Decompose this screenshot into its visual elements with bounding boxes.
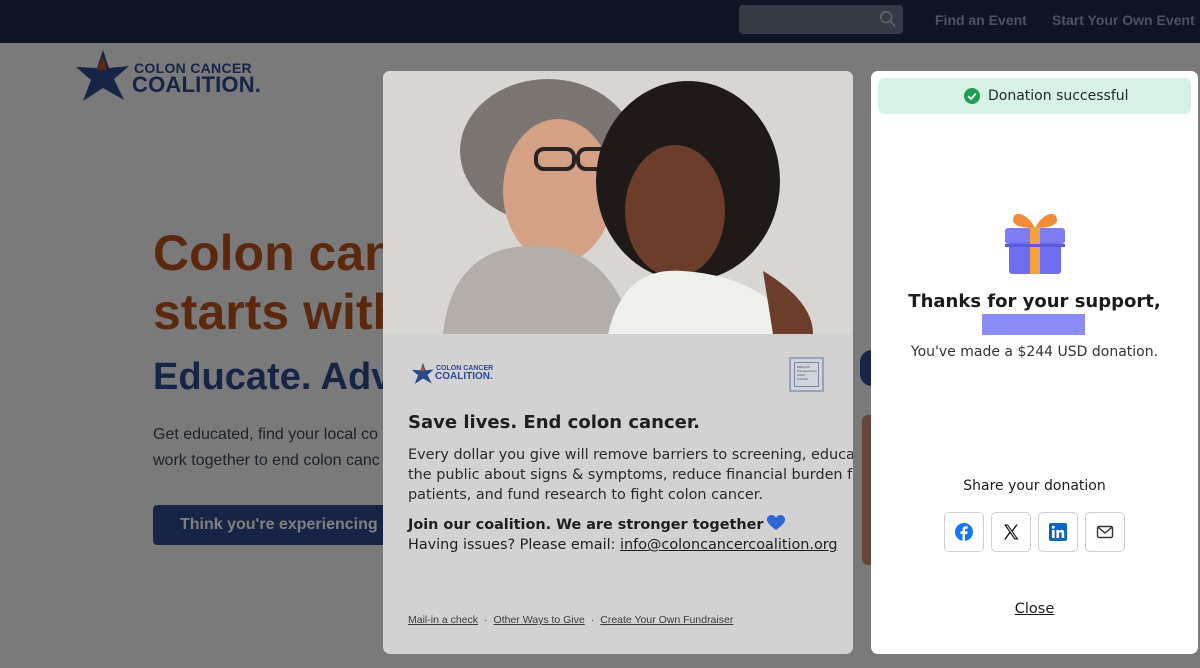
join-coalition-text: Join our coalition. We are stronger toge… — [408, 515, 786, 535]
separator: · — [484, 614, 488, 626]
other-ways-to-give-link[interactable]: Other Ways to Give — [494, 614, 585, 626]
card-title: Save lives. End colon cancer. — [408, 412, 700, 433]
seal-text: Platinum Transparency 2023 Candid. — [794, 362, 819, 387]
card-description-line: the public about signs & symptoms, reduc… — [408, 467, 853, 483]
facebook-icon — [955, 523, 973, 541]
linkedin-icon — [1049, 523, 1067, 541]
donation-amount-text: You've made a $244 USD donation. — [910, 344, 1159, 360]
share-linkedin-button[interactable] — [1038, 512, 1078, 552]
share-label: Share your donation — [963, 478, 1106, 494]
blue-heart-icon — [767, 515, 786, 530]
x-icon — [1004, 524, 1019, 540]
mail-in-check-link[interactable]: Mail-in a check — [408, 614, 478, 626]
card-description-line: patients, and fund research to fight col… — [408, 487, 763, 503]
card-logo-line2: COALITION. — [435, 371, 493, 382]
share-email-button[interactable] — [1085, 512, 1125, 552]
star-logo-icon — [411, 362, 434, 384]
donation-info-card: COLON CANCER COALITION. Platinum Transpa… — [383, 71, 853, 654]
card-logo: COLON CANCER COALITION. — [411, 362, 493, 386]
close-link[interactable]: Close — [871, 601, 1198, 617]
success-banner: Donation successful — [878, 78, 1191, 114]
separator: · — [590, 614, 595, 626]
success-banner-text: Donation successful — [988, 88, 1129, 104]
join-text: Join our coalition. We are stronger toge… — [408, 517, 764, 533]
thanks-heading: Thanks for your support, — [908, 291, 1161, 312]
gift-icon — [1005, 213, 1065, 274]
email-prefix: Having issues? Please email: — [408, 537, 621, 553]
transparency-seal: Platinum Transparency 2023 Candid. — [789, 357, 824, 392]
create-fundraiser-link[interactable]: Create Your Own Fundraiser — [600, 614, 733, 626]
card-description: Every dollar you give will remove barrie… — [408, 445, 853, 505]
card-footer-links: Mail-in a check · Other Ways to Give · Creat… — [408, 614, 733, 626]
check-circle-icon — [964, 88, 980, 104]
redacted-donor-name — [982, 314, 1085, 335]
share-x-button[interactable] — [991, 512, 1031, 552]
donation-success-panel: Donation successful Thanks for your supp… — [871, 71, 1198, 654]
share-facebook-button[interactable] — [944, 512, 984, 552]
email-icon — [1096, 525, 1114, 539]
support-email-text: Having issues? Please email: info@colonc… — [408, 535, 838, 555]
support-email-link[interactable]: info@coloncancercoalition.org — [620, 537, 838, 553]
hero-photo — [383, 71, 853, 334]
card-description-line: Every dollar you give will remove barrie… — [408, 447, 853, 463]
